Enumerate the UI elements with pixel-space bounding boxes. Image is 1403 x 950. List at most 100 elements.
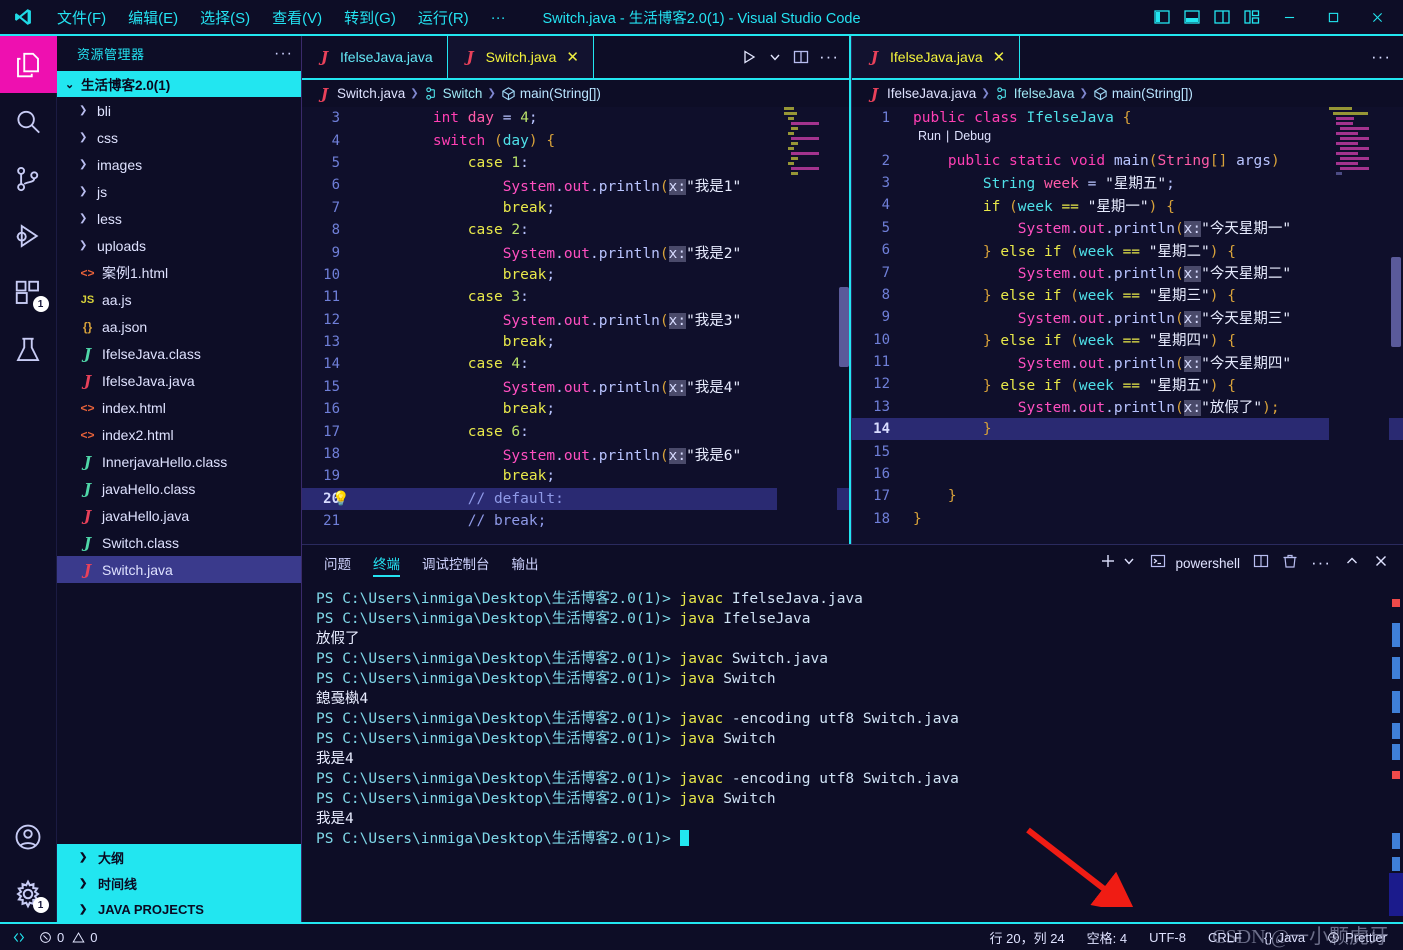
activity-item-search[interactable] — [0, 93, 57, 150]
code-area-right[interactable]: 1 public class IfelseJava {Run | Debug 2 pub… — [852, 107, 1403, 544]
remote-indicator[interactable] — [12, 931, 25, 944]
window-maximize-button[interactable] — [1311, 1, 1355, 33]
sidebar-section-0[interactable]: ❯ 大纲 — [57, 844, 301, 870]
menu-item-5[interactable]: 运行(R) — [407, 3, 480, 32]
code-lens-action[interactable]: | — [946, 129, 949, 149]
breadcrumb-left[interactable]: J Switch.java ❯ Switch ❯ main(String[]) — [302, 80, 851, 107]
scrollbar-thumb[interactable] — [839, 287, 849, 367]
code-lens-action[interactable]: Debug — [954, 129, 991, 149]
close-icon[interactable]: ✕ — [566, 48, 579, 66]
folder-root-row[interactable]: ⌄ 生活博客2.0(1) — [57, 71, 301, 97]
tree-file[interactable]: JjavaHello.class — [57, 475, 301, 502]
editor-tab[interactable]: J IfelseJava.java ✕ — [852, 36, 1021, 78]
run-dropdown-icon[interactable] — [767, 49, 783, 65]
editor-tab[interactable]: J Switch.java ✕ — [447, 36, 594, 78]
cursor-position[interactable]: 行 20，列 24 — [990, 928, 1065, 947]
tree-folder[interactable]: ❯ images — [57, 151, 301, 178]
tree-file[interactable]: <> index2.html — [57, 421, 301, 448]
tree-file[interactable]: J Switch.java — [57, 556, 301, 583]
code-lens-action[interactable]: Run — [918, 129, 941, 149]
kill-terminal-icon[interactable] — [1282, 553, 1298, 574]
panel-tab[interactable]: 终端 — [373, 545, 400, 581]
panel-tab[interactable]: 问题 — [324, 545, 351, 581]
terminal-overview-ruler[interactable] — [1389, 581, 1403, 922]
more-actions-icon[interactable]: ··· — [1371, 47, 1391, 67]
close-panel-icon[interactable] — [1373, 553, 1389, 574]
editor-tab[interactable]: J IfelseJava.java — [302, 36, 448, 78]
sidebar-section-2[interactable]: ❯ JAVA PROJECTS — [57, 896, 301, 922]
editor-scrollbar-right[interactable] — [1389, 107, 1403, 544]
terminal-output[interactable]: PS C:\Users\inmiga\Desktop\生活博客2.0(1)> j… — [302, 581, 1403, 922]
panel-tabs[interactable]: 问题 终端 调试控制台 输出 powershell ··· — [302, 545, 1403, 581]
activity-item-run-and-debug[interactable] — [0, 207, 57, 264]
breadcrumb-item[interactable]: J IfelseJava.java — [866, 85, 976, 103]
tree-folder[interactable]: ❯ js — [57, 178, 301, 205]
lightbulb-icon[interactable]: 💡 — [332, 490, 349, 507]
menu-item-0[interactable]: 文件(F) — [46, 3, 117, 32]
tree-file[interactable]: {} aa.json — [57, 313, 301, 340]
close-icon[interactable]: ✕ — [993, 48, 1006, 66]
menu-item-1[interactable]: 编辑(E) — [117, 3, 189, 32]
activity-item-manage[interactable]: 1 — [0, 865, 57, 922]
tree-file[interactable]: <> index.html — [57, 394, 301, 421]
activity-item-testing[interactable] — [0, 321, 57, 378]
language-mode[interactable]: {} Java — [1264, 930, 1305, 945]
panel-tab[interactable]: 调试控制台 — [422, 545, 490, 581]
activity-item-source-control[interactable] — [0, 150, 57, 207]
status-errors[interactable]: 0 — [39, 930, 64, 945]
terminal-dropdown-icon[interactable] — [1121, 553, 1137, 574]
activity-item-accounts[interactable] — [0, 808, 57, 865]
toggle-primary-sidebar-icon[interactable] — [1147, 2, 1177, 32]
menu-item-4[interactable]: 转到(G) — [333, 3, 407, 32]
toggle-secondary-sidebar-icon[interactable] — [1207, 2, 1237, 32]
tree-file[interactable]: J Switch.class — [57, 529, 301, 556]
terminal-name-label[interactable]: powershell — [1175, 556, 1240, 571]
tree-file[interactable]: JS aa.js — [57, 286, 301, 313]
code-area-left[interactable]: 3 int day = 4; 4 switch (day) {5 case 1: 6… — [302, 107, 851, 544]
add-terminal-icon[interactable] — [1100, 553, 1116, 574]
editor-split-divider[interactable] — [849, 36, 851, 544]
activity-item-explorer[interactable] — [0, 36, 57, 93]
tree-folder[interactable]: ❯ css — [57, 124, 301, 151]
more-actions-icon[interactable]: ··· — [1311, 553, 1331, 573]
breadcrumb-item[interactable]: main(String[]) — [501, 86, 601, 101]
split-editor-icon[interactable] — [793, 49, 809, 65]
tree-file[interactable]: J IfelseJava.class — [57, 340, 301, 367]
indentation-setting[interactable]: 空格: 4 — [1087, 928, 1127, 947]
tree-folder[interactable]: ❯ less — [57, 205, 301, 232]
formatter-status[interactable]: Prettier — [1327, 930, 1387, 945]
tree-folder[interactable]: ❯ uploads — [57, 232, 301, 259]
maximize-panel-icon[interactable] — [1344, 553, 1360, 574]
breadcrumb-right[interactable]: J IfelseJava.java ❯ IfelseJava ❯ main(String[… — [852, 80, 1403, 107]
tabs-left-container[interactable]: J IfelseJava.java J Switch.java ✕ — [302, 36, 594, 78]
panel-tabs-container[interactable]: 问题 终端 调试控制台 输出 — [324, 545, 539, 581]
run-icon[interactable] — [741, 49, 757, 65]
tree-file[interactable]: <> 案例1.html — [57, 259, 301, 286]
split-terminal-icon[interactable] — [1253, 553, 1269, 574]
encoding-setting[interactable]: UTF-8 — [1149, 930, 1186, 945]
tabs-right-container[interactable]: J IfelseJava.java ✕ — [852, 36, 1021, 78]
breadcrumb-item[interactable]: J Switch.java — [316, 85, 405, 103]
menu-item-3[interactable]: 查看(V) — [261, 3, 333, 32]
breadcrumb-item[interactable]: IfelseJava — [995, 86, 1075, 101]
scrollbar-thumb[interactable] — [1391, 257, 1401, 347]
sidebar-more-icon[interactable]: ··· — [274, 45, 293, 63]
customize-layout-icon[interactable] — [1237, 2, 1267, 32]
file-tree[interactable]: ❯ bli ❯ css ❯ images ❯ js ❯ less ❯ uploads <> 案例1.htm… — [57, 97, 301, 844]
window-minimize-button[interactable] — [1267, 1, 1311, 33]
tree-file[interactable]: J IfelseJava.java — [57, 367, 301, 394]
menu-bar[interactable]: 文件(F) 编辑(E) 选择(S) 查看(V) 转到(G) 运行(R) ··· — [46, 3, 517, 32]
breadcrumb-item[interactable]: main(String[]) — [1093, 86, 1193, 101]
activity-item-extensions[interactable]: 1 — [0, 264, 57, 321]
sidebar-section-1[interactable]: ❯ 时间线 — [57, 870, 301, 896]
tree-file[interactable]: J InnerjavaHello.class — [57, 448, 301, 475]
window-close-button[interactable] — [1355, 1, 1399, 33]
status-warnings[interactable]: 0 — [72, 930, 97, 945]
menu-item-6[interactable]: ··· — [480, 5, 517, 30]
menu-item-2[interactable]: 选择(S) — [189, 3, 261, 32]
tree-folder[interactable]: ❯ bli — [57, 97, 301, 124]
eol-setting[interactable]: CRLF — [1208, 930, 1242, 945]
toggle-panel-icon[interactable] — [1177, 2, 1207, 32]
panel-tab[interactable]: 输出 — [512, 545, 539, 581]
code-lens[interactable]: Run | Debug — [852, 129, 1403, 149]
